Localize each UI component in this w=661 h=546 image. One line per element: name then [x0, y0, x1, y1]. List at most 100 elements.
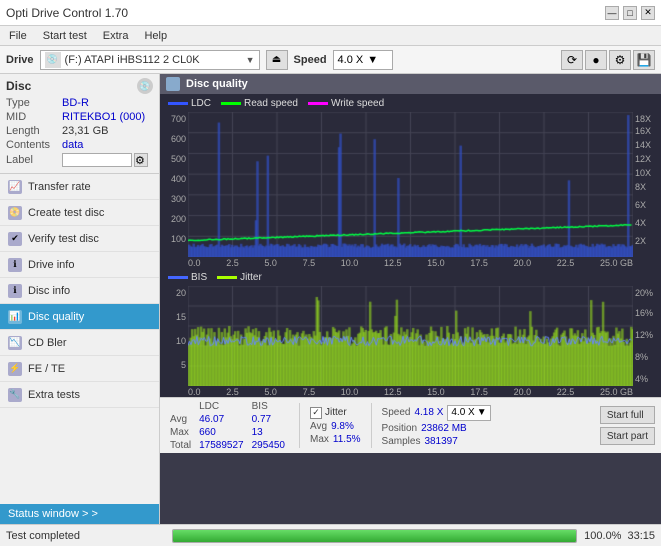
start-part-button[interactable]: Start part	[600, 427, 655, 445]
elapsed-time: 33:15	[627, 530, 655, 542]
ldc-avg: 46.07	[195, 413, 248, 426]
legend-bis-label: BIS	[191, 272, 207, 283]
legend-write-speed-color	[308, 102, 328, 105]
menu-start-test[interactable]: Start test	[40, 30, 90, 42]
disc-label-input[interactable]	[62, 153, 132, 167]
chart-panel: Disc quality LDC Read speed Write speed …	[160, 74, 661, 524]
speed-select[interactable]: 4.0 X ▼	[333, 50, 393, 70]
sidebar-item-cd-bler[interactable]: 📉 CD Bler	[0, 330, 159, 356]
drive-info-icon: ℹ	[8, 258, 22, 272]
nav-label-disc-info: Disc info	[28, 285, 70, 297]
stats-bar: LDC BIS Avg 46.07 0.77 Max 660 13 Total …	[160, 397, 661, 453]
drive-label: Drive	[6, 54, 34, 66]
save-button[interactable]: 💾	[633, 50, 655, 70]
eject-button[interactable]: ⏏	[266, 50, 288, 70]
sidebar-item-disc-info[interactable]: ℹ Disc info	[0, 278, 159, 304]
speed-position-section: Speed 4.18 X 4.0 X ▼ Position 23862 MB S…	[382, 405, 491, 447]
sidebar-item-transfer-rate[interactable]: 📈 Transfer rate	[0, 174, 159, 200]
sidebar-item-verify-test-disc[interactable]: ✔ Verify test disc	[0, 226, 159, 252]
menu-help[interactable]: Help	[141, 30, 170, 42]
legend-read-speed-color	[221, 102, 241, 105]
position-row: Position 23862 MB	[382, 423, 491, 434]
upper-chart-canvas	[188, 112, 633, 257]
drive-text: (F:) ATAPI iHBS112 2 CL0K	[65, 54, 242, 66]
create-test-disc-icon: 📀	[8, 206, 22, 220]
drive-select[interactable]: 💿 (F:) ATAPI iHBS112 2 CL0K ▼	[40, 50, 260, 70]
status-window-button[interactable]: Status window > >	[0, 504, 159, 524]
refresh-button[interactable]: ⟳	[561, 50, 583, 70]
disc-button[interactable]: ●	[585, 50, 607, 70]
action-buttons: Start full Start part	[600, 406, 655, 445]
legend-ldc-label: LDC	[191, 98, 211, 109]
ldc-max: 660	[195, 426, 248, 439]
divider-1	[299, 403, 300, 448]
drive-bar: Drive 💿 (F:) ATAPI iHBS112 2 CL0K ▼ ⏏ Sp…	[0, 46, 661, 74]
status-window-label: Status window > >	[8, 508, 98, 520]
speed-label: Speed	[294, 54, 327, 66]
legend-read-speed: Read speed	[221, 98, 298, 109]
menu-file[interactable]: File	[6, 30, 30, 42]
legend-bis-color	[168, 276, 188, 279]
lower-chart-container: 20 15 10 5 20% 16% 12% 8% 4%	[160, 286, 661, 386]
transfer-rate-icon: 📈	[8, 180, 22, 194]
upper-y-axis-right: 18X 16X 14X 12X 10X 8X 6X 4X 2X	[633, 112, 661, 257]
disc-label-label: Label	[6, 154, 62, 166]
legend-jitter: Jitter	[217, 272, 262, 283]
legend-jitter-color	[217, 276, 237, 279]
upper-chart-area	[188, 112, 633, 257]
chart-title: Disc quality	[186, 78, 248, 90]
speed-value: 4.0 X	[338, 54, 364, 66]
lower-legend: BIS Jitter	[160, 268, 661, 286]
nav-label-verify-test-disc: Verify test disc	[28, 233, 99, 245]
close-button[interactable]: ✕	[641, 6, 655, 20]
drive-icon: 💿	[45, 52, 61, 68]
bis-max: 13	[248, 426, 289, 439]
upper-legend: LDC Read speed Write speed	[160, 94, 661, 112]
disc-length-value: 23,31 GB	[62, 125, 108, 137]
lower-chart-canvas	[188, 286, 633, 386]
upper-y-axis-left: 700 600 500 400 300 200 100	[160, 112, 188, 257]
sidebar-item-extra-tests[interactable]: 🔧 Extra tests	[0, 382, 159, 408]
jitter-checkbox-row[interactable]: ✓ Jitter	[310, 407, 361, 419]
sidebar-item-disc-quality[interactable]: 📊 Disc quality	[0, 304, 159, 330]
lower-chart-area	[188, 286, 633, 386]
speed-row: Speed 4.18 X 4.0 X ▼	[382, 405, 491, 421]
app-title: Opti Drive Control 1.70	[6, 6, 128, 20]
maximize-button[interactable]: □	[623, 6, 637, 20]
disc-mid-value: RITEKBO1 (000)	[62, 111, 145, 123]
start-full-button[interactable]: Start full	[600, 406, 655, 424]
lower-y-axis-right: 20% 16% 12% 8% 4%	[633, 286, 661, 386]
sidebar-item-fe-te[interactable]: ⚡ FE / TE	[0, 356, 159, 382]
sidebar-item-create-test-disc[interactable]: 📀 Create test disc	[0, 200, 159, 226]
legend-read-speed-label: Read speed	[244, 98, 298, 109]
total-row-label: Total	[166, 439, 195, 452]
disc-label-button[interactable]: ⚙	[134, 153, 148, 167]
jitter-max-val: 11.5%	[333, 434, 361, 445]
sidebar-item-drive-info[interactable]: ℹ Drive info	[0, 252, 159, 278]
status-message: Test completed	[6, 530, 166, 542]
minimize-button[interactable]: —	[605, 6, 619, 20]
progress-percent: 100.0%	[583, 530, 621, 542]
chart-header-icon	[166, 77, 180, 91]
settings-button[interactable]: ⚙	[609, 50, 631, 70]
nav-label-cd-bler: CD Bler	[28, 337, 67, 349]
jitter-checkbox[interactable]: ✓	[310, 407, 322, 419]
nav-label-transfer-rate: Transfer rate	[28, 181, 91, 193]
legend-bis: BIS	[168, 272, 207, 283]
lower-x-axis: 0.0 2.5 5.0 7.5 10.0 12.5 15.0 17.5 20.0…	[160, 386, 661, 397]
progress-bar	[172, 529, 577, 543]
ldc-total: 17589527	[195, 439, 248, 452]
legend-write-speed: Write speed	[308, 98, 384, 109]
stats-table: LDC BIS Avg 46.07 0.77 Max 660 13 Total …	[166, 400, 289, 452]
window-controls[interactable]: — □ ✕	[605, 6, 655, 20]
ldc-col-header: LDC	[195, 400, 248, 413]
speed-select-small[interactable]: 4.0 X ▼	[447, 405, 490, 421]
upper-x-axis: 0.0 2.5 5.0 7.5 10.0 12.5 15.0 17.5 20.0…	[160, 257, 661, 268]
verify-test-disc-icon: ✔	[8, 232, 22, 246]
disc-contents-label: Contents	[6, 139, 62, 151]
position-val: 23862 MB	[421, 423, 467, 434]
menu-extra[interactable]: Extra	[100, 30, 132, 42]
extra-tests-icon: 🔧	[8, 388, 22, 402]
toolbar-buttons: ⟳ ● ⚙ 💾	[561, 50, 655, 70]
speed-stat-val: 4.18 X	[414, 407, 443, 418]
